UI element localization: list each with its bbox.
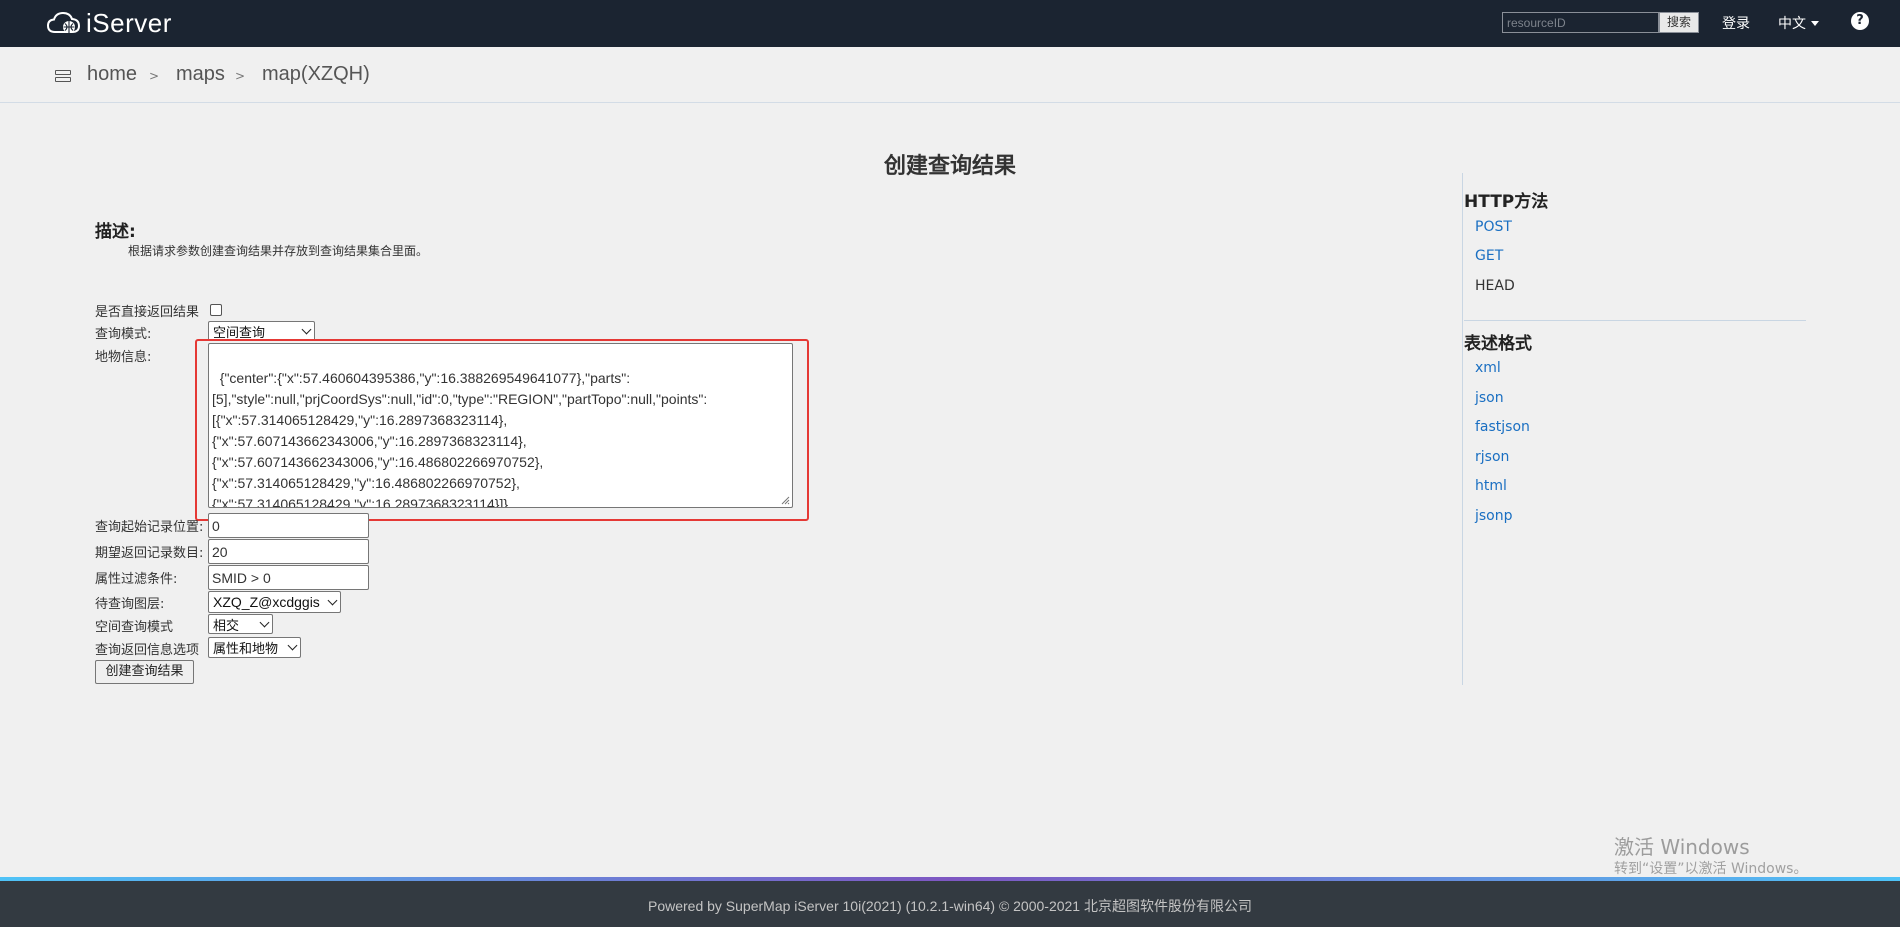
description-text: 根据请求参数创建查询结果并存放到查询结果集合里面。 — [128, 244, 429, 258]
layer-select[interactable]: XZQ_Z@xcdggis — [208, 591, 341, 613]
resource-id-search-input[interactable] — [1502, 12, 1659, 33]
highlight-annotation-box — [195, 339, 809, 521]
chevron-down-icon — [327, 595, 338, 605]
breadcrumb-current: map(XZQH) — [262, 63, 370, 85]
login-link[interactable]: 登录 — [1722, 13, 1750, 33]
spatial-mode-select[interactable]: 相交 — [208, 614, 273, 634]
query-mode-select[interactable]: 空间查询 — [208, 321, 315, 341]
server-icon — [55, 70, 71, 84]
logo[interactable]: iServer — [46, 8, 172, 38]
http-method-head: HEAD — [1475, 278, 1515, 294]
breadcrumb-separator: > — [149, 69, 160, 83]
query-mode-label: 查询模式: — [95, 327, 152, 342]
description-label: 描述: — [95, 222, 136, 242]
cloud-globe-icon — [46, 11, 81, 33]
attribute-filter-label: 属性过滤条件: — [95, 572, 178, 587]
search-button[interactable]: 搜索 — [1659, 12, 1699, 33]
chevron-down-icon — [287, 640, 298, 651]
layer-value: XZQ_Z@xcdggis — [213, 594, 320, 610]
format-json-link[interactable]: json — [1475, 390, 1504, 406]
footer-text: Powered by SuperMap iServer 10i(2021) (1… — [647, 898, 1252, 914]
help-icon[interactable]: ? — [1851, 12, 1869, 30]
footer: Powered by SuperMap iServer 10i(2021) (1… — [0, 881, 1900, 927]
windows-activation-subtitle: 转到“设置”以激活 Windows。 — [1614, 861, 1808, 877]
start-record-label: 查询起始记录位置: — [95, 520, 204, 535]
return-option-value: 属性和地物 — [213, 642, 279, 657]
attribute-filter-input[interactable] — [208, 565, 369, 590]
return-direct-label: 是否直接返回结果 — [95, 305, 200, 320]
language-dropdown[interactable]: 中文 — [1778, 13, 1819, 33]
expect-count-input[interactable] — [208, 539, 369, 564]
format-xml-link[interactable]: xml — [1475, 360, 1501, 376]
breadcrumb-separator: > — [235, 69, 246, 83]
return-direct-checkbox[interactable] — [210, 304, 222, 316]
create-query-result-button[interactable]: 创建查询结果 — [95, 660, 194, 684]
start-record-input[interactable] — [208, 513, 369, 538]
top-navbar: iServer 搜索 登录 中文 ? — [0, 0, 1900, 47]
spatial-mode-label: 空间查询模式 — [95, 620, 174, 635]
chevron-down-icon — [301, 324, 312, 334]
breadcrumb-maps[interactable]: maps — [176, 63, 225, 86]
spatial-mode-value: 相交 — [213, 618, 240, 634]
query-mode-value: 空间查询 — [213, 325, 266, 341]
format-jsonp-link[interactable]: jsonp — [1475, 508, 1513, 524]
logo-text: iServer — [86, 7, 172, 38]
http-methods-title: HTTP方法 — [1464, 192, 1549, 212]
sidebar-divider — [1464, 320, 1806, 321]
return-option-label: 查询返回信息选项 — [95, 643, 200, 658]
expect-count-label: 期望返回记录数目: — [95, 546, 204, 561]
geometry-label: 地物信息: — [95, 350, 152, 365]
layer-label: 待查询图层: — [95, 597, 165, 612]
format-rjson-link[interactable]: rjson — [1475, 449, 1509, 465]
formats-title: 表述格式 — [1464, 334, 1532, 354]
caret-down-icon — [1811, 20, 1819, 26]
format-fastjson-link[interactable]: fastjson — [1475, 419, 1530, 435]
http-method-get-link[interactable]: GET — [1475, 248, 1503, 264]
windows-activation-title: 激活 Windows — [1614, 835, 1750, 859]
breadcrumb-home[interactable]: home — [87, 63, 137, 86]
chevron-down-icon — [259, 617, 270, 627]
language-label: 中文 — [1778, 16, 1806, 32]
return-option-select[interactable]: 属性和地物 — [208, 637, 301, 658]
format-html-link[interactable]: html — [1475, 478, 1507, 494]
http-method-post-link[interactable]: POST — [1475, 219, 1512, 235]
